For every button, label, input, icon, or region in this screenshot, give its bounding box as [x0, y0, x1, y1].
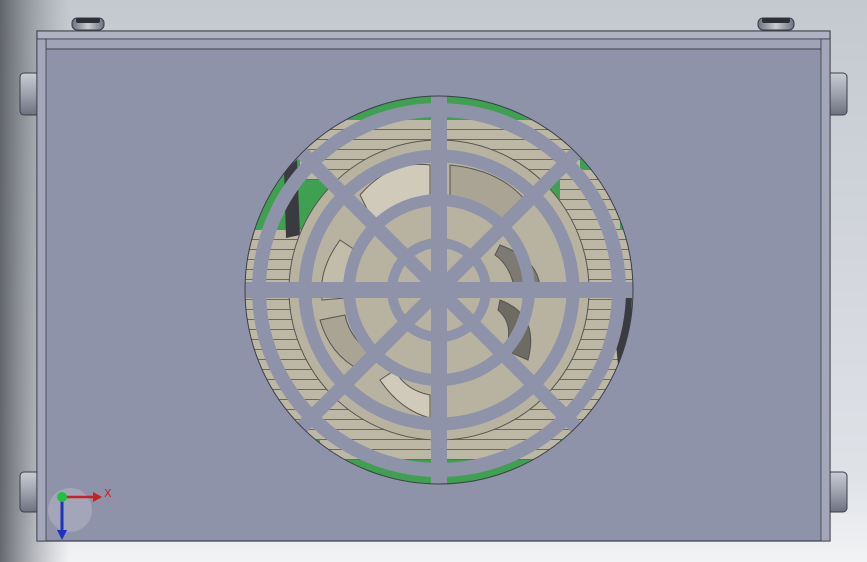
x-axis-label: X	[104, 487, 112, 500]
foot-top-right[interactable]	[757, 17, 795, 31]
grill-hub	[425, 276, 453, 304]
model-view[interactable]: X	[0, 0, 867, 562]
graphics-viewport[interactable]: X	[0, 0, 867, 562]
origin-marker	[57, 492, 67, 502]
foot-top-left[interactable]	[71, 17, 105, 31]
